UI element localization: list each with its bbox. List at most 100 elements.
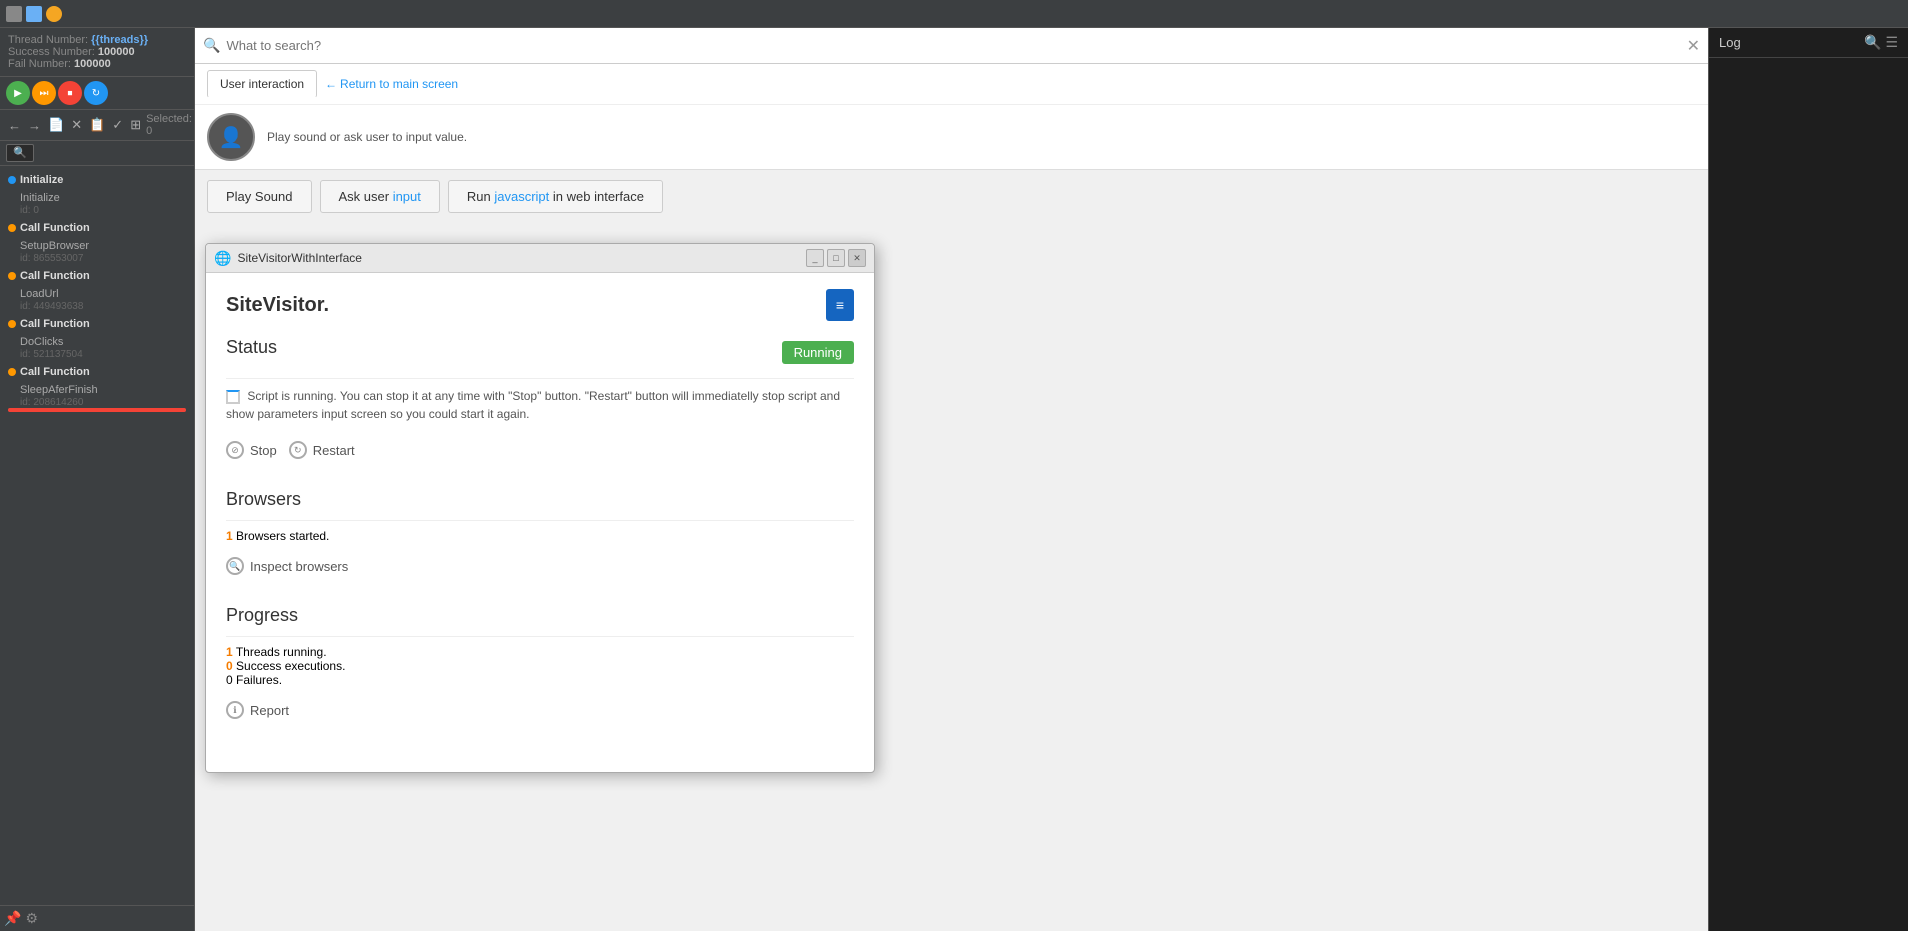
progress-bar-container bbox=[8, 408, 186, 412]
success-value: 100000 bbox=[98, 46, 135, 58]
sv-body: SiteVisitor. ≡ Status Running Script is … bbox=[206, 273, 874, 772]
selected-label: Selected: 0 bbox=[146, 113, 192, 137]
skip-button[interactable]: ⏭ bbox=[32, 81, 56, 105]
ui-body: 👤 Play sound or ask user to input value. bbox=[195, 105, 1708, 169]
sv-progress-section: Progress 1 Threads running. 0 Success ex… bbox=[226, 605, 854, 725]
edit-toolbar: ← → 📄 ✕ 📋 ✓ ⊞ Selected: 0 bbox=[0, 110, 194, 141]
sv-divider-1 bbox=[226, 378, 854, 379]
log-header: Log 🔍 ☰ bbox=[1709, 28, 1908, 58]
action-buttons: Play Sound Ask user input Run javascript… bbox=[195, 170, 1708, 223]
forward-button[interactable]: → bbox=[26, 116, 43, 135]
func-group-callfunction-2-header[interactable]: Call Function bbox=[0, 266, 194, 286]
sv-divider-3 bbox=[226, 636, 854, 637]
stop-button[interactable]: ⏹ bbox=[58, 81, 82, 105]
sv-status-description: Script is running. You can stop it at an… bbox=[226, 389, 840, 421]
return-link-text: Return to main screen bbox=[340, 77, 458, 91]
callfunction-3-label: Call Function bbox=[20, 318, 90, 330]
sv-stop-button[interactable]: ⊘ Stop bbox=[226, 435, 277, 465]
pin-button[interactable]: 📌 bbox=[4, 910, 21, 927]
func-group-callfunction-2: Call Function LoadUrl id: 449493638 bbox=[0, 266, 194, 312]
copy-button[interactable]: 📋 bbox=[87, 115, 107, 135]
search-clear-button[interactable]: ✕ bbox=[1687, 36, 1700, 56]
record-icon bbox=[46, 6, 62, 22]
sv-browsers-label: Browsers started. bbox=[236, 529, 329, 543]
sv-minimize-button[interactable]: _ bbox=[806, 249, 824, 267]
back-button[interactable]: ← bbox=[6, 116, 23, 135]
setupbrowser-item[interactable]: SetupBrowser bbox=[0, 238, 194, 254]
sv-logo: SiteVisitor. bbox=[226, 294, 329, 317]
sv-report-button[interactable]: ℹ Report bbox=[226, 695, 289, 725]
func-group-initialize: Initialize Initialize id: 0 bbox=[0, 170, 194, 216]
sv-app-header: SiteVisitor. ≡ bbox=[226, 289, 854, 321]
thread-info: Thread Number: {{threads}} Success Numbe… bbox=[0, 28, 194, 77]
sv-stop-icon: ⊘ bbox=[226, 441, 244, 459]
check-button[interactable]: ✓ bbox=[110, 115, 125, 135]
left-search-input[interactable] bbox=[6, 144, 34, 162]
sv-inspect-icon: 🔍 bbox=[226, 557, 244, 575]
sv-menu-button[interactable]: ≡ bbox=[826, 289, 854, 321]
initialize-item[interactable]: Initialize bbox=[0, 190, 194, 206]
sv-restart-button[interactable]: ↻ Restart bbox=[289, 435, 355, 465]
func-group-callfunction-3: Call Function DoClicks id: 521137504 bbox=[0, 314, 194, 360]
ui-description: Play sound or ask user to input value. bbox=[267, 130, 467, 144]
play-button[interactable]: ▶ bbox=[6, 81, 30, 105]
play-sound-button[interactable]: Play Sound bbox=[207, 180, 312, 213]
user-interaction-tab[interactable]: User interaction bbox=[207, 70, 317, 98]
func-group-callfunction-4-header[interactable]: Call Function bbox=[0, 362, 194, 382]
ask-input-highlight: input bbox=[393, 189, 421, 204]
sv-inspect-button[interactable]: 🔍 Inspect browsers bbox=[226, 551, 348, 581]
search-bar: 🔍 ✕ bbox=[195, 28, 1708, 64]
top-bar bbox=[0, 0, 1908, 28]
left-search-row bbox=[0, 141, 194, 166]
sv-running-badge: Running bbox=[782, 341, 854, 364]
return-link[interactable]: ← Return to main screen bbox=[325, 77, 458, 91]
sv-restart-label: Restart bbox=[313, 443, 355, 458]
progress-bar bbox=[8, 408, 186, 412]
sv-success-label: Success executions. bbox=[236, 659, 345, 673]
sv-browsers-heading: Browsers bbox=[226, 489, 854, 510]
sv-progress-heading: Progress bbox=[226, 605, 854, 626]
sv-maximize-button[interactable]: □ bbox=[827, 249, 845, 267]
delete-button[interactable]: ✕ bbox=[69, 115, 84, 135]
refresh-button[interactable]: ↻ bbox=[84, 81, 108, 105]
initialize-item-id: id: 0 bbox=[0, 205, 194, 216]
log-header-buttons: 🔍 ☰ bbox=[1864, 34, 1898, 51]
sleepafter-item[interactable]: SleepAferFinish bbox=[0, 382, 194, 398]
callfunction-2-label: Call Function bbox=[20, 270, 90, 282]
callfunction-4-label: Call Function bbox=[20, 366, 90, 378]
file-icon bbox=[26, 6, 42, 22]
grid-button[interactable]: ⊞ bbox=[128, 115, 143, 135]
fail-label: Fail Number: bbox=[8, 58, 71, 70]
run-javascript-button[interactable]: Run javascript in web interface bbox=[448, 180, 663, 213]
ui-top-bar: User interaction ← Return to main screen bbox=[195, 64, 1708, 105]
new-button[interactable]: 📄 bbox=[46, 115, 66, 135]
success-label: Success Number: bbox=[8, 46, 95, 58]
doclicks-item[interactable]: DoClicks bbox=[0, 334, 194, 350]
search-icon: 🔍 bbox=[203, 37, 220, 54]
loadurl-item[interactable]: LoadUrl bbox=[0, 286, 194, 302]
log-body bbox=[1709, 58, 1908, 931]
settings-button[interactable]: ⚙ bbox=[25, 910, 38, 927]
log-menu-button[interactable]: ☰ bbox=[1885, 34, 1898, 51]
sv-titlebar: 🌐 SiteVisitorWithInterface _ □ ✕ bbox=[206, 244, 874, 273]
sv-threads-text: 1 Threads running. bbox=[226, 645, 854, 659]
function-list: Initialize Initialize id: 0 Call Functio… bbox=[0, 166, 194, 905]
log-search-button[interactable]: 🔍 bbox=[1864, 34, 1881, 51]
func-group-initialize-header[interactable]: Initialize bbox=[0, 170, 194, 190]
playback-toolbar: ▶ ⏭ ⏹ ↻ bbox=[0, 77, 194, 110]
search-input[interactable] bbox=[226, 38, 1680, 53]
func-group-callfunction-1-header[interactable]: Call Function bbox=[0, 218, 194, 238]
func-group-callfunction-3-header[interactable]: Call Function bbox=[0, 314, 194, 334]
initialize-label: Initialize bbox=[20, 174, 63, 186]
sv-spinner-icon bbox=[226, 390, 240, 404]
sv-report-label: Report bbox=[250, 703, 289, 718]
sv-title-icon: 🌐 bbox=[214, 250, 231, 267]
sv-success-count: 0 bbox=[226, 659, 233, 673]
sv-stop-label: Stop bbox=[250, 443, 277, 458]
thread-number-value: {{threads}} bbox=[91, 34, 148, 46]
ask-user-input-button[interactable]: Ask user input bbox=[320, 180, 440, 213]
callfunction-4-dot bbox=[8, 368, 16, 376]
func-group-callfunction-4: Call Function SleepAferFinish id: 208614… bbox=[0, 362, 194, 412]
sv-close-button[interactable]: ✕ bbox=[848, 249, 866, 267]
func-group-callfunction-1: Call Function SetupBrowser id: 865553007 bbox=[0, 218, 194, 264]
